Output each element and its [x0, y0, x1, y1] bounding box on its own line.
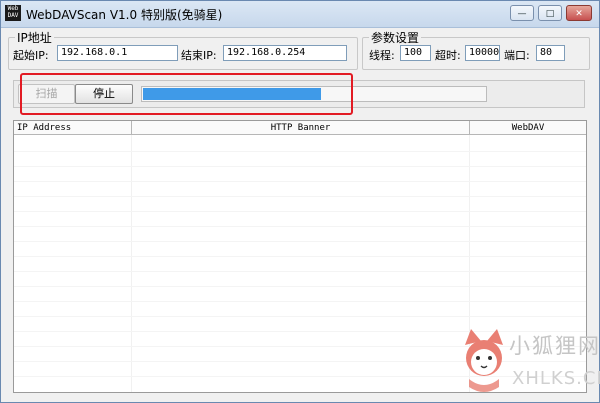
- minimize-button[interactable]: —: [510, 5, 534, 21]
- column-header-webdav[interactable]: WebDAV: [470, 121, 586, 135]
- threads-label: 线程:: [369, 49, 395, 62]
- window-title: WebDAVScan V1.0 特别版(免骑星): [26, 8, 223, 22]
- row-grid-line: [14, 226, 586, 227]
- timeout-label: 超时:: [435, 49, 461, 62]
- row-grid-line: [14, 256, 586, 257]
- timeout-input[interactable]: 10000: [465, 45, 500, 61]
- row-grid-line: [14, 316, 586, 317]
- ip-group-legend: IP地址: [17, 31, 52, 45]
- fox-logo-icon: [465, 329, 503, 392]
- row-grid-line: [14, 211, 586, 212]
- column-header-banner[interactable]: HTTP Banner: [132, 121, 470, 135]
- end-ip-input[interactable]: 192.168.0.254: [223, 45, 347, 61]
- maximize-button[interactable]: □: [538, 5, 562, 21]
- close-button[interactable]: ✕: [566, 5, 592, 21]
- site-watermark: 小狐狸网 XHLKS.CN: [459, 327, 600, 399]
- row-grid-line: [14, 241, 586, 242]
- row-grid-line: [14, 196, 586, 197]
- row-grid-line: [14, 181, 586, 182]
- threads-input[interactable]: 100: [400, 45, 431, 61]
- watermark-en-text: XHLKS.CN: [512, 368, 600, 389]
- app-window: Web DAV WebDAVScan V1.0 特别版(免骑星) — □ ✕ I…: [0, 0, 600, 403]
- row-grid-line: [14, 271, 586, 272]
- app-icon: Web DAV: [5, 5, 21, 21]
- end-ip-label: 结束IP:: [181, 49, 217, 62]
- port-input[interactable]: 80: [536, 45, 565, 61]
- column-divider: [131, 135, 132, 392]
- port-label: 端口:: [504, 49, 530, 62]
- row-grid-line: [14, 166, 586, 167]
- start-ip-label: 起始IP:: [13, 49, 49, 62]
- params-group-legend: 参数设置: [371, 31, 420, 45]
- row-grid-line: [14, 286, 586, 287]
- highlight-annotation: [20, 73, 353, 115]
- start-ip-input[interactable]: 192.168.0.1: [57, 45, 178, 61]
- column-header-ip[interactable]: IP Address: [14, 121, 132, 135]
- row-grid-line: [14, 301, 586, 302]
- title-bar[interactable]: Web DAV WebDAVScan V1.0 特别版(免骑星) — □ ✕: [1, 1, 599, 28]
- row-grid-line: [14, 151, 586, 152]
- watermark-cn-text: 小狐狸网: [509, 334, 600, 358]
